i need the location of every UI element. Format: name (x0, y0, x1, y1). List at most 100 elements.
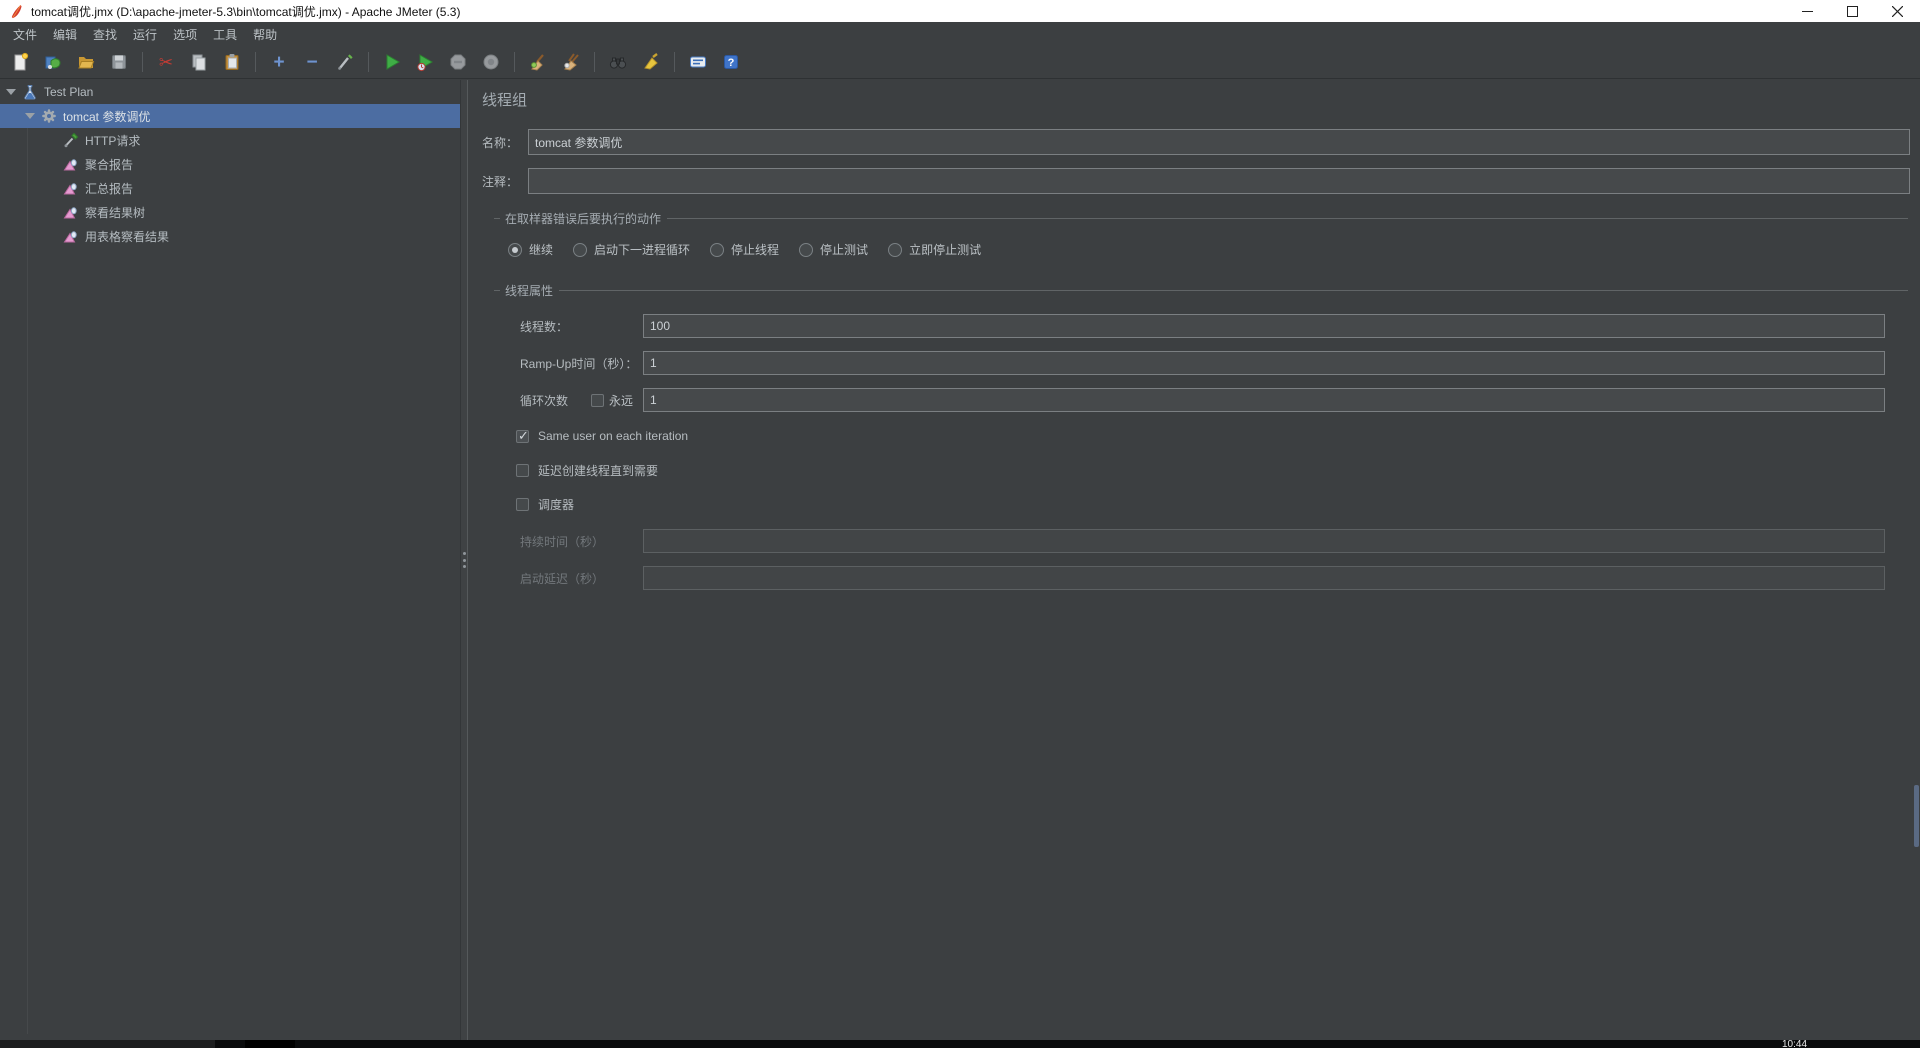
content-area: Test Plan tomcat 参数调优 HTTP请求 聚合报告 汇总报告 察… (0, 80, 1920, 1040)
open-file-button[interactable] (72, 49, 100, 75)
startup-delay-input (643, 566, 1885, 590)
radio-icon[interactable] (573, 242, 588, 257)
tree-item-aggregate-report[interactable]: 聚合报告 (0, 152, 460, 176)
maximize-button[interactable] (1830, 0, 1875, 22)
delay-create-option[interactable]: 延迟创建线程直到需要 (516, 460, 1908, 480)
threads-label: 线程数： (520, 319, 569, 334)
collapse-all-button[interactable]: − (298, 49, 326, 75)
tree-item-label: 聚合报告 (85, 157, 134, 172)
new-file-button[interactable] (6, 49, 34, 75)
tree-item-label: 汇总报告 (85, 181, 134, 196)
forever-checkbox[interactable] (591, 393, 604, 407)
http-request-dropper-icon (64, 132, 79, 148)
function-helper-button[interactable] (684, 49, 712, 75)
duration-label: 持续时间（秒） (520, 534, 605, 549)
forever-label: 永远 (609, 393, 634, 408)
cut-icon: ✂ (158, 52, 174, 72)
template-icon (45, 56, 61, 69)
taskbar-segment (245, 1040, 295, 1048)
same-user-option[interactable]: Same user on each iteration (516, 426, 1908, 446)
open-template-button[interactable] (39, 49, 67, 75)
copy-button[interactable] (185, 49, 213, 75)
same-user-checkbox[interactable] (516, 428, 529, 444)
radio-icon[interactable] (710, 242, 725, 257)
scheduler-option[interactable]: 调度器 (516, 494, 1908, 514)
start-icon (386, 54, 400, 70)
search-reset-button[interactable] (637, 49, 665, 75)
scheduler-checkbox[interactable] (516, 497, 529, 511)
vertical-scrollbar-thumb[interactable] (1914, 785, 1919, 847)
radio-stop-test[interactable]: 停止测试 (799, 241, 868, 258)
tree-item-http-request[interactable]: HTTP请求 (0, 128, 460, 152)
thread-properties-group: 线程属性 线程数： Ramp-Up时间（秒）： 循环次数 永远 Same use (494, 282, 1908, 590)
shutdown-button[interactable] (477, 49, 505, 75)
name-input[interactable] (528, 129, 1910, 155)
comment-input[interactable] (528, 168, 1910, 194)
radio-label: 继续 (529, 243, 554, 257)
loop-count-input[interactable] (643, 388, 1885, 412)
cut-button[interactable]: ✂ (152, 49, 180, 75)
forever-option[interactable]: 永远 (591, 392, 643, 409)
loop-count-label: 循环次数 (520, 393, 569, 408)
save-button[interactable] (105, 49, 133, 75)
clear-all-button[interactable] (557, 49, 585, 75)
delay-create-checkbox[interactable] (516, 463, 529, 477)
close-button[interactable] (1875, 0, 1920, 22)
taskbar-clock: 10:44 (1782, 1040, 1808, 1048)
tree-item-view-results-table[interactable]: 用表格察看结果 (0, 224, 460, 248)
radio-continue[interactable]: 继续 (508, 241, 553, 258)
close-icon (1892, 5, 1903, 17)
pencil-icon (338, 54, 353, 70)
test-plan-flask-icon (24, 85, 36, 100)
open-folder-icon (78, 57, 95, 69)
title-bar: tomcat调优.jmx (D:\apache-jmeter-5.3\bin\t… (0, 0, 1920, 22)
menu-tools[interactable]: 工具 (205, 23, 245, 46)
minimize-icon (1802, 10, 1813, 12)
menu-bar: 文件 编辑 查找 运行 选项 工具 帮助 (0, 22, 1920, 46)
menu-edit[interactable]: 编辑 (45, 23, 85, 46)
error-action-legend: 在取样器错误后要执行的动作 (494, 210, 1908, 227)
tree-item-test-plan[interactable]: Test Plan (0, 80, 460, 104)
radio-icon[interactable] (799, 242, 814, 257)
radio-label: 停止线程 (731, 243, 780, 257)
clear-button[interactable] (524, 49, 552, 75)
threads-input[interactable] (643, 314, 1885, 338)
tree-item-view-results-tree[interactable]: 察看结果树 (0, 200, 460, 224)
menu-help[interactable]: 帮助 (245, 23, 285, 46)
menu-options[interactable]: 选项 (165, 23, 205, 46)
minimize-button[interactable] (1785, 0, 1830, 22)
expand-arrow-icon[interactable] (6, 89, 16, 95)
expand-arrow-icon[interactable] (25, 113, 35, 119)
thread-group-gear-icon (42, 109, 56, 123)
name-label: 名称： (482, 135, 519, 150)
menu-run[interactable]: 运行 (125, 23, 165, 46)
maximize-icon (1847, 5, 1858, 17)
scheduler-label: 调度器 (538, 497, 575, 512)
start-no-pauses-button[interactable] (411, 49, 439, 75)
radio-start-next-loop[interactable]: 启动下一进程循环 (573, 241, 690, 258)
toolbar-separator (594, 52, 595, 72)
splitter-grip-icon[interactable] (462, 552, 466, 568)
toggle-button[interactable] (331, 49, 359, 75)
duration-input (643, 529, 1885, 553)
radio-stop-test-now[interactable]: 立即停止测试 (888, 241, 981, 258)
tree-item-summary-report[interactable]: 汇总报告 (0, 176, 460, 200)
menu-search[interactable]: 查找 (85, 23, 125, 46)
minus-icon: − (306, 51, 318, 73)
help-button[interactable]: ? (717, 49, 745, 75)
rampup-input[interactable] (643, 351, 1885, 375)
start-button[interactable] (378, 49, 406, 75)
search-button[interactable] (604, 49, 632, 75)
radio-stop-thread[interactable]: 停止线程 (710, 241, 779, 258)
copy-icon (192, 54, 206, 71)
tree-item-label: HTTP请求 (85, 133, 141, 148)
stop-button[interactable] (444, 49, 472, 75)
expand-all-button[interactable]: + (265, 49, 293, 75)
radio-icon[interactable] (508, 242, 522, 257)
menu-file[interactable]: 文件 (5, 23, 45, 46)
radio-icon[interactable] (888, 242, 903, 257)
paste-button[interactable] (218, 49, 246, 75)
tree-item-thread-group[interactable]: tomcat 参数调优 (0, 104, 460, 128)
toolbar-separator (674, 52, 675, 72)
same-user-label: Same user on each iteration (538, 429, 689, 443)
